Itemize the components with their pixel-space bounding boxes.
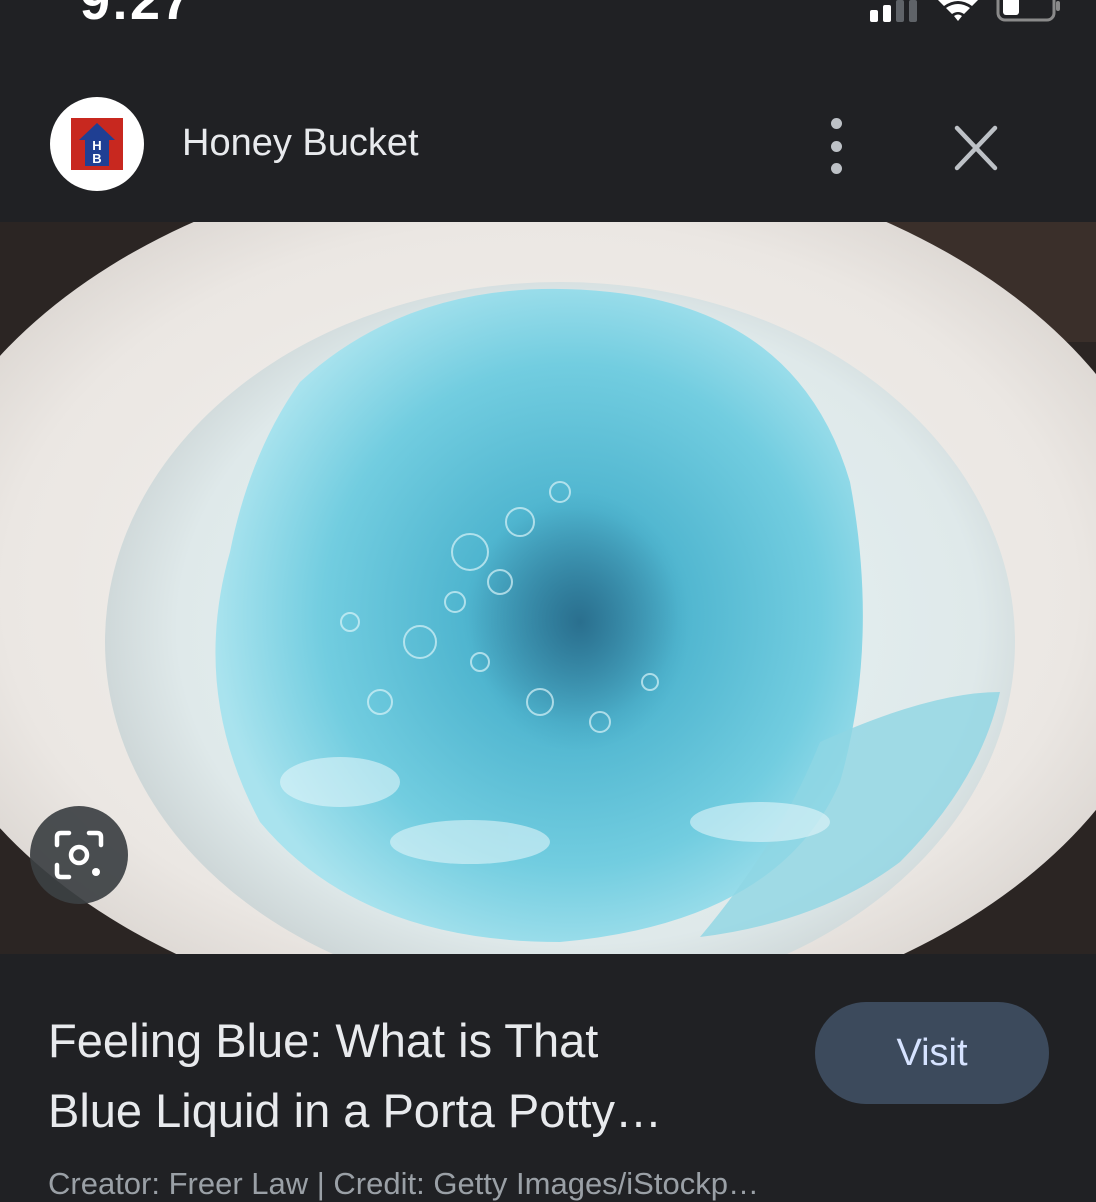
lens-button[interactable] <box>30 806 128 904</box>
site-logo[interactable]: H B <box>50 97 144 191</box>
source-header: H B Honey Bucket <box>0 60 1096 220</box>
result-title[interactable]: Feeling Blue: What is That Blue Liquid i… <box>48 1006 788 1146</box>
wifi-icon <box>938 0 978 21</box>
more-options-button[interactable] <box>810 118 862 174</box>
signal-icon <box>870 0 917 22</box>
site-name[interactable]: Honey Bucket <box>182 122 419 165</box>
more-vert-icon <box>830 118 842 129</box>
result-title-line-1: Feeling Blue: What is That <box>48 1014 599 1067</box>
svg-text:B: B <box>92 151 101 166</box>
close-icon[interactable] <box>950 124 1002 172</box>
lens-icon <box>54 830 104 880</box>
status-time: 9:27 <box>80 0 193 31</box>
result-title-line-2: Blue Liquid in a Porta Potty… <box>48 1084 662 1137</box>
status-bar: 9:27 <box>0 0 1096 60</box>
image-credit: Creator: Freer Law | Credit: Getty Image… <box>48 1166 759 1201</box>
toilet-bowl-image <box>0 222 1096 954</box>
result-image[interactable] <box>0 222 1096 954</box>
battery-icon <box>996 0 1060 22</box>
honey-bucket-logo-icon: H B <box>71 118 123 170</box>
visit-button[interactable]: Visit <box>815 1002 1049 1104</box>
